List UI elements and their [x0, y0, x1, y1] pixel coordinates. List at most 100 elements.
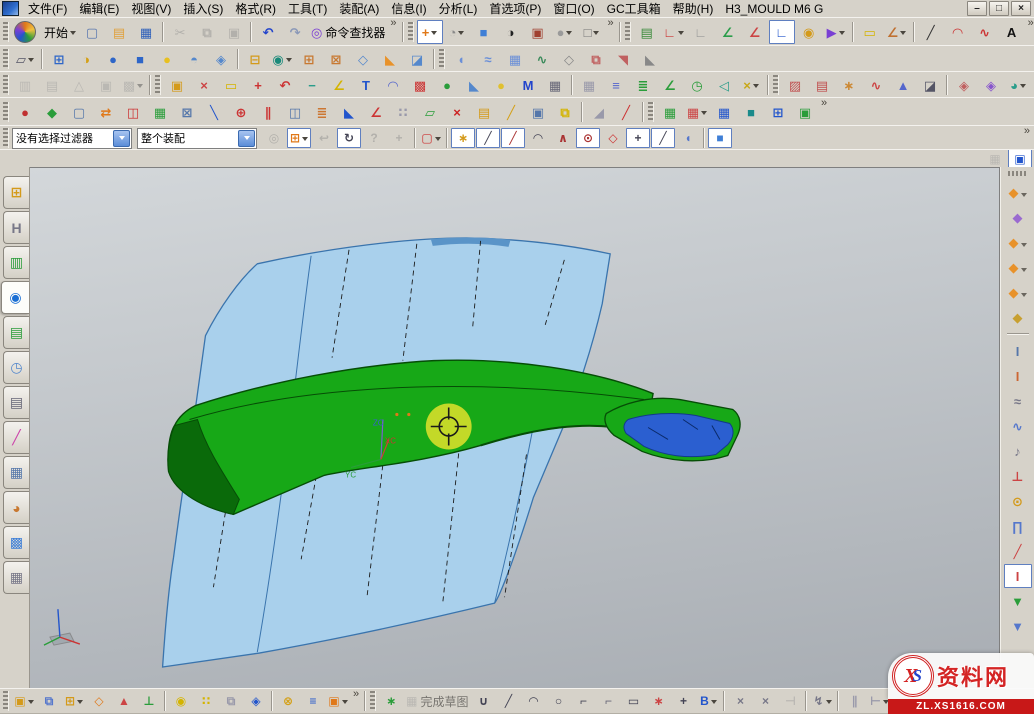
- offset-surface-button[interactable]: ⧉: [583, 47, 609, 71]
- region-analysis-button[interactable]: ▩: [407, 73, 433, 97]
- region-boxed-button[interactable]: ◣: [336, 100, 362, 124]
- bounded-text-button[interactable]: T: [353, 73, 379, 97]
- marquee-select-button[interactable]: ▢: [419, 128, 443, 148]
- sketch-chamfer-button[interactable]: ⌐: [596, 690, 620, 712]
- locate-point-button[interactable]: ⊕: [228, 100, 254, 124]
- ruled-surface-button[interactable]: ◖: [448, 47, 474, 71]
- undo-button[interactable]: ↶: [255, 20, 281, 44]
- snap-intersection-button[interactable]: ∧: [551, 128, 575, 148]
- standard-part-button[interactable]: I: [1004, 339, 1032, 363]
- scene-tab[interactable]: ▩: [3, 526, 29, 559]
- whats-this-button[interactable]: ?: [362, 128, 386, 148]
- mold-pocket-button[interactable]: ◆: [1004, 305, 1032, 329]
- press-tool-1-button[interactable]: ▼: [1004, 589, 1032, 613]
- electrode-pencil-button[interactable]: ╱: [1004, 539, 1032, 563]
- color-palette-button[interactable]: ▦: [147, 100, 173, 124]
- more-surface-button[interactable]: ◣: [637, 47, 663, 71]
- new-file-button[interactable]: ▢: [79, 20, 105, 44]
- sketch-rectangle-button[interactable]: ▭: [621, 690, 645, 712]
- sketch-point-button[interactable]: +: [671, 690, 695, 712]
- layer-colors-button[interactable]: ≣: [309, 100, 335, 124]
- sketch-style-button[interactable]: ∗: [379, 690, 403, 712]
- face-analysis-4-button[interactable]: ∿: [863, 73, 889, 97]
- manufacturing-wizard-tab[interactable]: ▦: [3, 456, 29, 489]
- minimize-button[interactable]: –: [967, 1, 987, 16]
- sketch-fillet-button[interactable]: ⌐: [571, 690, 595, 712]
- face-analysis-1-button[interactable]: ▨: [782, 73, 808, 97]
- mold-electrode-button[interactable]: ◆: [1004, 255, 1032, 279]
- face-analysis-6-button[interactable]: ◪: [917, 73, 943, 97]
- face-analysis-5-button[interactable]: ▲: [890, 73, 916, 97]
- mirror-assembly-button[interactable]: ▲: [112, 690, 136, 712]
- curve-tool-button[interactable]: ∿: [1004, 414, 1032, 438]
- profile-button[interactable]: ∪: [471, 690, 495, 712]
- graphics-viewport[interactable]: ZC XC YC: [30, 167, 1000, 690]
- snap-point-toggle-button[interactable]: ∗: [451, 128, 475, 148]
- grid-plus-button[interactable]: ⊞: [765, 100, 791, 124]
- standard-toolbar-overflow[interactable]: »: [388, 18, 398, 28]
- add-component-button[interactable]: ▣: [12, 690, 36, 712]
- templates-tab[interactable]: ▦: [3, 561, 29, 594]
- exploded-view-button[interactable]: ▣: [326, 690, 350, 712]
- swept-button[interactable]: ∿: [529, 47, 555, 71]
- menu-analysis[interactable]: 分析(L): [433, 0, 484, 18]
- menu-file[interactable]: 文件(F): [22, 0, 73, 18]
- trim-curve-2-button[interactable]: ×: [753, 690, 777, 712]
- trim-body-button[interactable]: ◪: [404, 47, 430, 71]
- snap-existing-point-button[interactable]: +: [626, 128, 650, 148]
- break-view-button[interactable]: ▣: [93, 73, 119, 97]
- variable-offset-button[interactable]: ◥: [610, 47, 636, 71]
- boolean-button[interactable]: ◉: [269, 47, 295, 71]
- shaded-with-edges-button[interactable]: ◔: [444, 20, 470, 44]
- mosaic-blue-button[interactable]: ▦: [711, 100, 737, 124]
- selection-bar-overflow[interactable]: »: [1022, 126, 1032, 136]
- pocket-tool-button[interactable]: ▣: [792, 100, 818, 124]
- static-wireframe-button[interactable]: ●: [552, 20, 578, 44]
- mold-trim-button[interactable]: ◢: [586, 100, 612, 124]
- trim-curve-button[interactable]: ×: [728, 690, 752, 712]
- parting-line-button[interactable]: ╲: [201, 100, 227, 124]
- blend-button[interactable]: ◓: [181, 47, 207, 71]
- pattern-component-button[interactable]: ⧉: [37, 690, 61, 712]
- restore-button[interactable]: □: [989, 1, 1009, 16]
- rotate-view-mode-button[interactable]: ↻: [337, 128, 361, 148]
- history-tab[interactable]: ◷: [3, 351, 29, 384]
- extrude-button[interactable]: ⊞: [46, 47, 72, 71]
- constraint-navigator-tab[interactable]: H: [3, 211, 29, 244]
- maximize-view-button[interactable]: ▣: [1008, 149, 1032, 169]
- n-sided-surface-button[interactable]: ◇: [556, 47, 582, 71]
- mold-pencil-button[interactable]: ╱: [613, 100, 639, 124]
- vector-button[interactable]: ∠: [363, 100, 389, 124]
- measure-angle-button[interactable]: ∠: [884, 20, 910, 44]
- menu-format[interactable]: 格式(R): [229, 0, 282, 18]
- orient-csys-button[interactable]: ∟: [661, 20, 687, 44]
- cylinder-tool-button[interactable]: ∏: [1004, 514, 1032, 538]
- move-component-button[interactable]: ◇: [87, 690, 111, 712]
- menu-insert[interactable]: 插入(S): [177, 0, 229, 18]
- menu-tools[interactable]: 工具(T): [282, 0, 333, 18]
- ring-tool-button[interactable]: ⊙: [1004, 489, 1032, 513]
- stock-boxes-button[interactable]: ⧉: [552, 100, 578, 124]
- sketch-pattern-button[interactable]: ∗: [646, 690, 670, 712]
- mosaic-green-button[interactable]: ▦: [657, 100, 683, 124]
- csys-active-button[interactable]: ∟: [769, 20, 795, 44]
- window-grayed-button[interactable]: ▦: [983, 149, 1007, 169]
- parting-surface-button[interactable]: ◫: [282, 100, 308, 124]
- initialize-project-button[interactable]: ●: [12, 100, 38, 124]
- unite-button[interactable]: ⊞: [296, 47, 322, 71]
- wireframe-with-dim-button[interactable]: ▣: [525, 20, 551, 44]
- start-menu-button[interactable]: 开始: [39, 20, 78, 44]
- assembly-sequence-button[interactable]: ≡: [301, 690, 325, 712]
- show-degrees-freedom-button[interactable]: ◉: [169, 690, 193, 712]
- extend-curve-button[interactable]: ⊣: [778, 690, 802, 712]
- measure-distance-button[interactable]: ▭: [857, 20, 883, 44]
- csys-orient-xy-button[interactable]: ∠: [742, 20, 768, 44]
- cut-button[interactable]: ✂: [167, 20, 193, 44]
- visual-palette-tab[interactable]: ╱: [3, 421, 29, 454]
- rendering-style-button[interactable]: ◑: [498, 20, 524, 44]
- press-tool-2-button[interactable]: ▼: [1004, 614, 1032, 638]
- slope-check-button[interactable]: −: [299, 73, 325, 97]
- block-button[interactable]: ■: [127, 47, 153, 71]
- snap-point-on-curve-button[interactable]: ╱: [651, 128, 675, 148]
- snap-point-on-face-button[interactable]: ◖: [676, 128, 700, 148]
